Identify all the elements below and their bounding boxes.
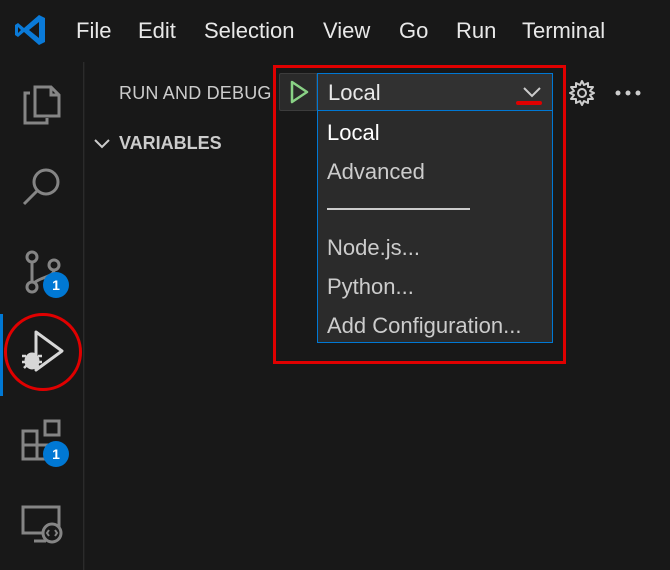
- active-indicator: [0, 314, 3, 396]
- variables-label: VARIABLES: [119, 133, 222, 153]
- play-icon: [290, 80, 309, 104]
- chevron-down-icon: [94, 139, 110, 149]
- dropdown-option-local[interactable]: Local: [327, 120, 380, 146]
- dropdown-option-advanced[interactable]: Advanced: [327, 159, 425, 185]
- menu-edit[interactable]: Edit: [138, 17, 176, 45]
- vscode-logo-icon: [15, 15, 45, 45]
- title-bar: File Edit Selection View Go Run Terminal: [0, 0, 670, 62]
- selected-configuration: Local: [328, 80, 381, 105]
- chevron-down-icon[interactable]: [520, 82, 544, 102]
- gear-icon[interactable]: [567, 78, 597, 108]
- configuration-select[interactable]: Local: [317, 73, 553, 111]
- source-control-badge: 1: [43, 272, 69, 298]
- remote-explorer-icon[interactable]: [18, 499, 66, 547]
- run-debug-icon[interactable]: [18, 327, 66, 375]
- menu-selection[interactable]: Selection: [204, 17, 295, 45]
- configuration-dropdown: Local Advanced Node.js... Python... Add …: [317, 111, 553, 343]
- menu-run[interactable]: Run: [456, 17, 496, 45]
- more-actions-icon[interactable]: [612, 78, 644, 108]
- menu-view[interactable]: View: [323, 17, 370, 45]
- view-title: RUN AND DEBUG: [119, 83, 272, 103]
- menu-file[interactable]: File: [76, 17, 111, 45]
- dropdown-separator: [327, 208, 470, 210]
- start-debugging-button[interactable]: [279, 73, 317, 111]
- menu-terminal[interactable]: Terminal: [522, 17, 605, 45]
- menu-go[interactable]: Go: [399, 17, 428, 45]
- search-icon[interactable]: [18, 162, 66, 210]
- dropdown-option-nodejs[interactable]: Node.js...: [327, 235, 420, 261]
- extensions-badge: 1: [43, 441, 69, 467]
- activity-bar: 1 1: [0, 62, 84, 570]
- dropdown-option-python[interactable]: Python...: [327, 274, 414, 300]
- explorer-icon[interactable]: [18, 80, 66, 128]
- dropdown-option-add-configuration[interactable]: Add Configuration...: [327, 313, 521, 339]
